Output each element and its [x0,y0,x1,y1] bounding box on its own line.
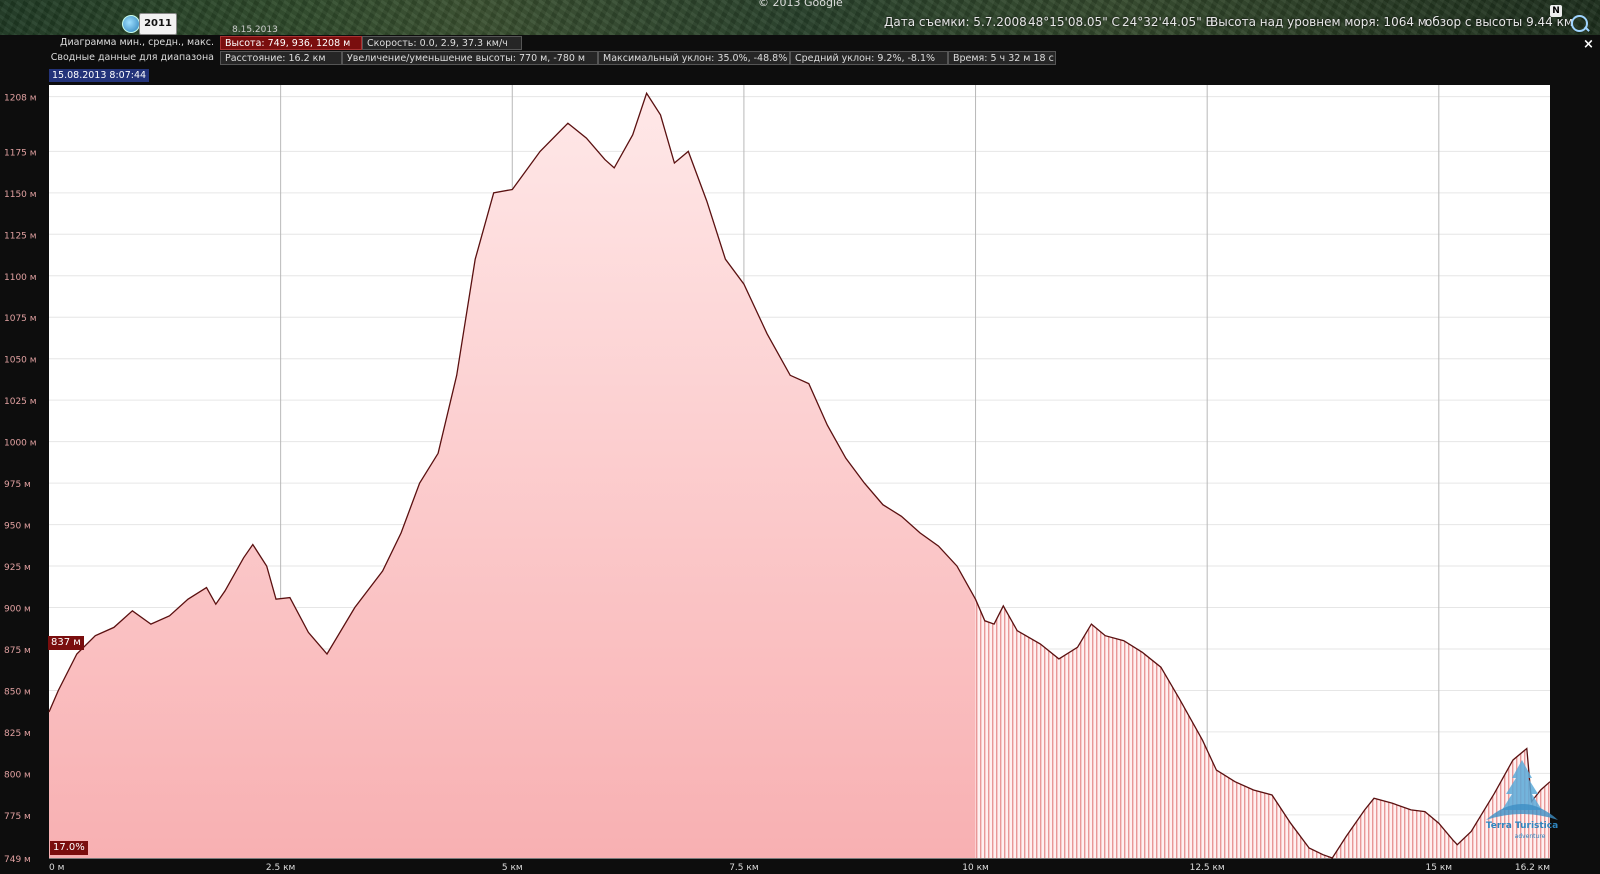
y-tick-label: 875 м [4,646,31,656]
y-tick-label: 1000 м [4,439,37,449]
x-tick-label: 0 м [49,863,64,873]
x-tick-label: 16.2 км [1515,863,1550,873]
y-tick-label: 1125 м [4,231,37,241]
y-tick-label: 900 м [4,605,31,615]
x-tick-label: 10 км [962,863,989,873]
terra-turistica-logo: Terra Turistica adventure [1486,760,1558,840]
y-tick-label: 800 м [4,770,31,780]
x-tick-label: 12.5 км [1190,863,1225,873]
area-layer [48,91,1551,859]
y-tick-label: 1175 м [4,148,37,158]
y-tick-label: 1150 м [4,190,37,200]
x-tick-label: 15 км [1426,863,1453,873]
y-tick-label: 1100 м [4,273,37,283]
elevation-area-fill [49,93,976,858]
y-tick-label: 1075 м [4,314,37,324]
x-tick-label: 5 км [502,863,523,873]
y-tick-label: 975 м [4,480,31,490]
logo-text-sub: adventure [1515,833,1546,840]
current-slope-marker: 17.0% [50,841,88,855]
elevation-chart[interactable]: 1208 м 1175 м 1150 м 1125 м 1100 м 1075 м 1050… [0,0,1600,874]
x-tick-label: 2.5 км [266,863,295,873]
y-tick-label: 775 м [4,812,31,822]
y-tick-label: 850 м [4,687,31,697]
y-tick-label: 1208 м [4,94,37,104]
logo-text-main: Terra Turistica [1486,821,1558,831]
current-elevation-marker: 837 м [48,636,84,650]
y-tick-label: 1025 м [4,397,37,407]
y-tick-label: 950 м [4,522,31,532]
y-tick-label: 825 м [4,729,31,739]
y-tick-label: 925 м [4,563,31,573]
x-tick-label: 7.5 км [729,863,758,873]
y-tick-label: 749 м [4,855,31,865]
y-tick-label: 1050 м [4,356,37,366]
